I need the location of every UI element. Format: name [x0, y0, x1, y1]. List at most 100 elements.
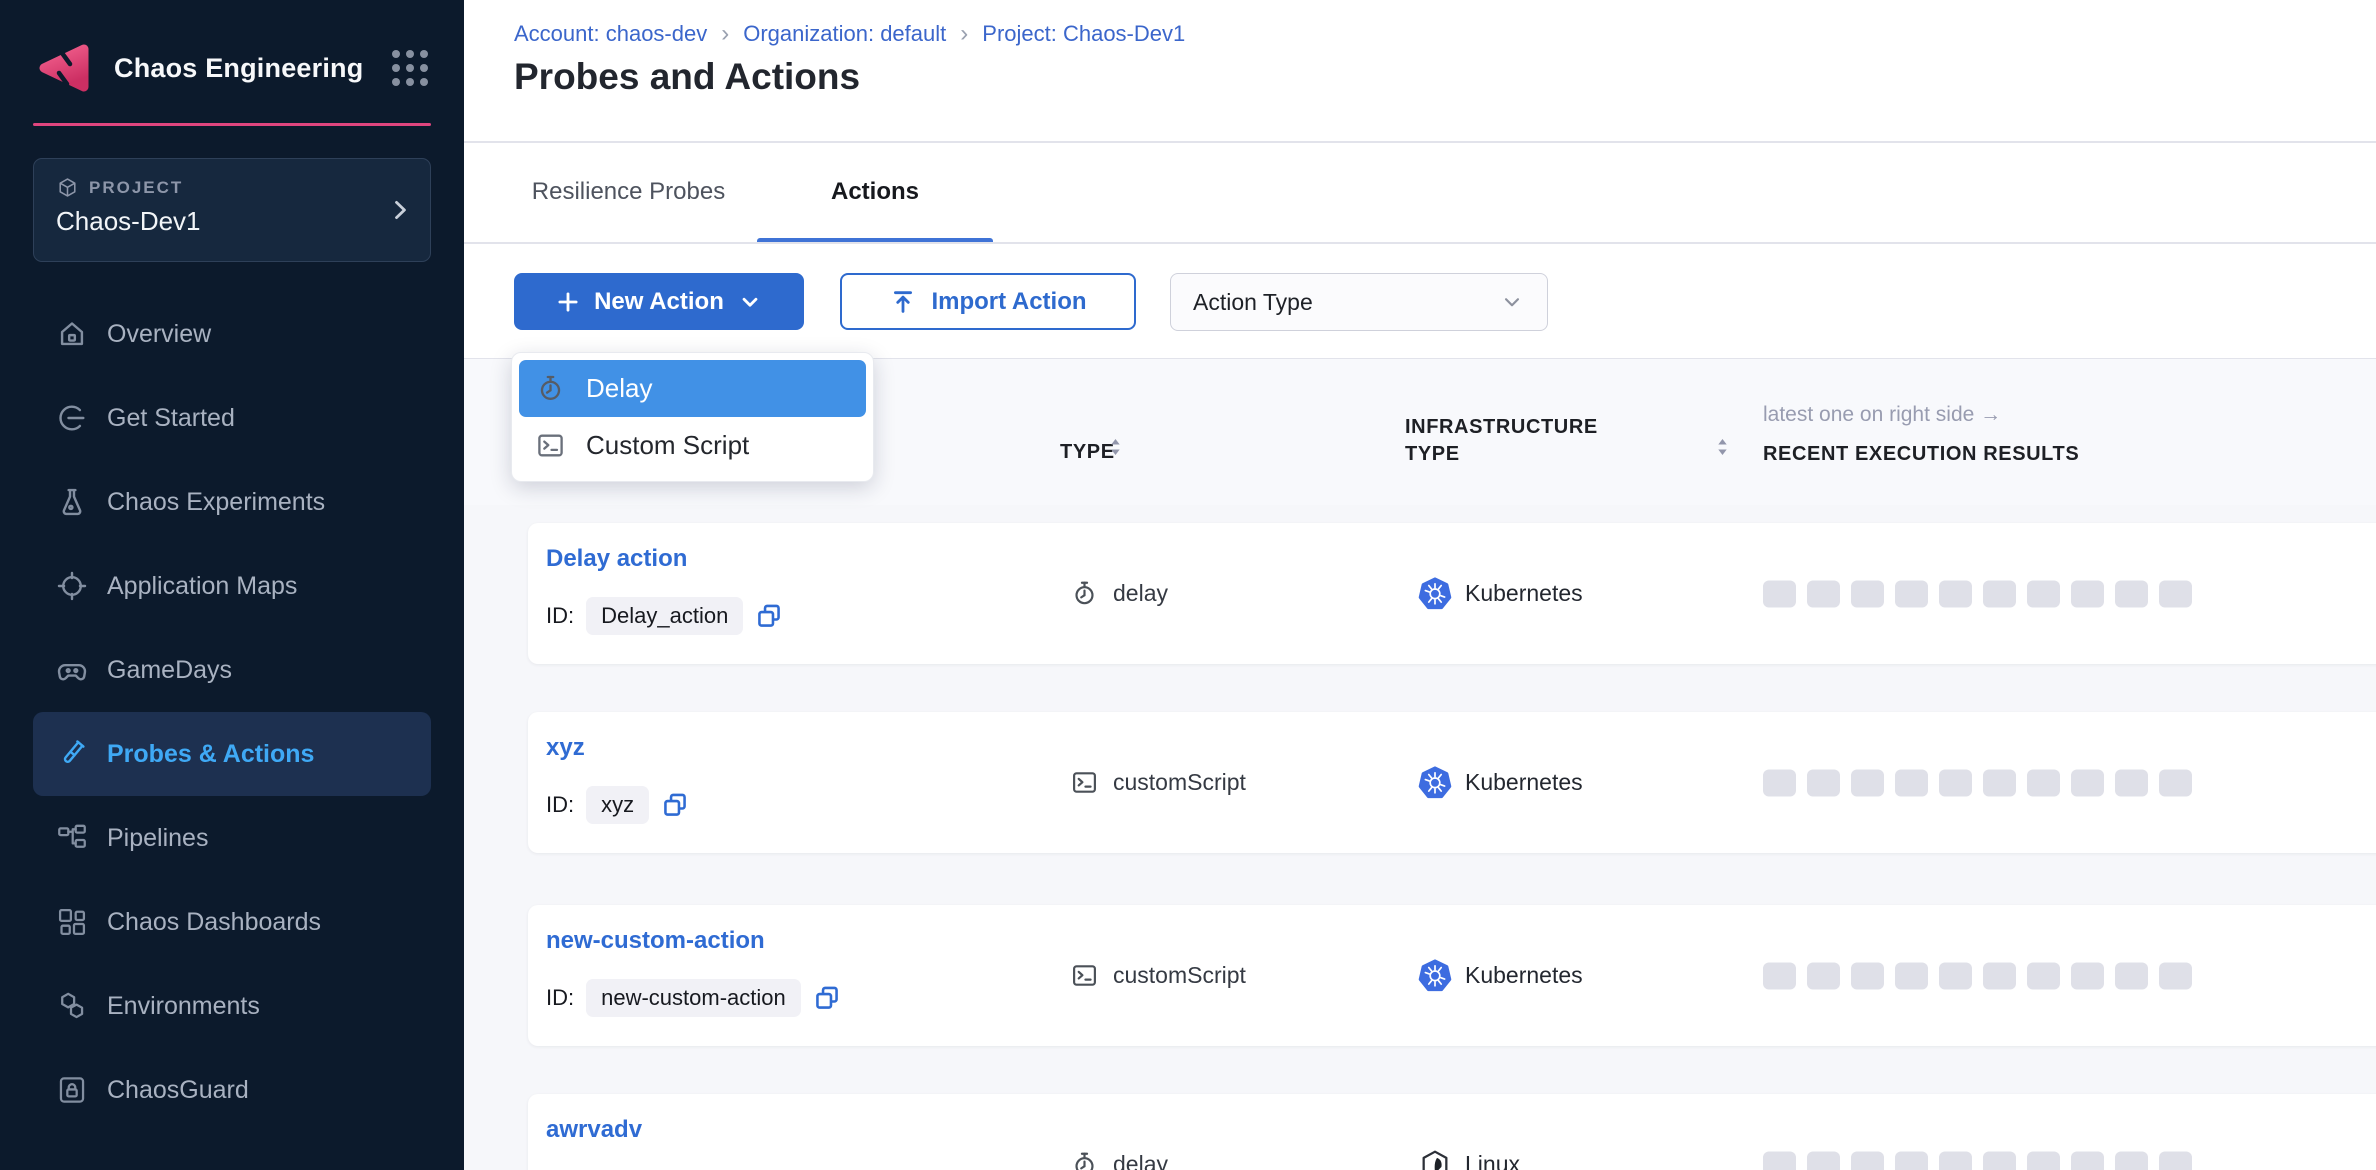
- result-placeholder: [1763, 1151, 1796, 1170]
- chevron-down-icon: [1499, 289, 1525, 315]
- page-title: Probes and Actions: [514, 56, 860, 98]
- result-placeholder: [1851, 962, 1884, 989]
- infrastructure-cell: Kubernetes: [1418, 905, 1583, 1046]
- result-placeholder: [2027, 580, 2060, 607]
- result-placeholder: [1895, 962, 1928, 989]
- column-header-infrastructure: INFRASTRUCTURE TYPE: [1405, 414, 1598, 468]
- sidebar-item-environments[interactable]: Environments: [0, 964, 464, 1048]
- type-cell: delay: [1070, 523, 1168, 664]
- result-placeholder: [2071, 1151, 2104, 1170]
- result-placeholder: [2115, 769, 2148, 796]
- sidebar-item-get-started[interactable]: Get Started: [0, 376, 464, 460]
- action-name-link[interactable]: awrvadv: [546, 1116, 642, 1144]
- result-placeholder: [1939, 1151, 1972, 1170]
- result-placeholder: [2071, 962, 2104, 989]
- column-header-recent-results: RECENT EXECUTION RESULTS: [1763, 441, 2079, 468]
- action-name-link[interactable]: xyz: [546, 734, 585, 762]
- result-placeholder: [1807, 769, 1840, 796]
- recent-results-hint: latest one on right side →: [1763, 403, 2001, 427]
- sidebar-item-pipelines[interactable]: Pipelines: [0, 796, 464, 880]
- harness-logo-icon: [36, 40, 92, 96]
- breadcrumb-link-0[interactable]: Account: chaos-dev: [514, 21, 707, 47]
- result-placeholder: [1807, 580, 1840, 607]
- sidebar-item-gamedays[interactable]: GameDays: [0, 628, 464, 712]
- home-icon: [55, 317, 89, 351]
- action-id-chip: Delay_action: [586, 597, 743, 635]
- copy-icon[interactable]: [661, 791, 689, 819]
- sidebar-item-label: Probes & Actions: [107, 740, 314, 769]
- sidebar-item-overview[interactable]: Overview: [0, 292, 464, 376]
- infrastructure-cell: Kubernetes: [1418, 523, 1583, 664]
- kubernetes-icon: [1418, 959, 1452, 993]
- import-action-button[interactable]: Import Action: [840, 273, 1136, 330]
- tab-bar: Resilience ProbesActions: [464, 142, 2376, 242]
- result-placeholder: [2027, 962, 2060, 989]
- sidebar-item-label: Application Maps: [107, 572, 297, 601]
- breadcrumb-link-2[interactable]: Project: Chaos-Dev1: [982, 21, 1185, 47]
- tab-resilience-probes[interactable]: Resilience Probes: [520, 142, 737, 242]
- result-placeholder: [1983, 769, 2016, 796]
- app-title: Chaos Engineering: [114, 53, 392, 84]
- recent-execution-results: [1763, 962, 2192, 989]
- stopwatch-icon: [1070, 579, 1099, 608]
- sidebar: Chaos Engineering PROJECT Chaos-Dev1 Ove…: [0, 0, 464, 1170]
- action-id-chip: xyz: [586, 786, 649, 824]
- sidebar-item-chaos-dashboards[interactable]: Chaos Dashboards: [0, 880, 464, 964]
- plus-icon: [555, 289, 581, 315]
- sidebar-item-chaos-experiments[interactable]: Chaos Experiments: [0, 460, 464, 544]
- action-name-link[interactable]: new-custom-action: [546, 927, 765, 955]
- stopwatch-icon: [1070, 1150, 1099, 1170]
- sort-infrastructure-icon[interactable]: [1713, 435, 1732, 459]
- copy-icon[interactable]: [755, 602, 783, 630]
- result-placeholder: [2071, 769, 2104, 796]
- project-label: PROJECT: [89, 178, 183, 198]
- table-row: Delay action ID: Delay_action delay Kubernet…: [528, 523, 2376, 664]
- infrastructure-cell: Linux: [1418, 1094, 1520, 1170]
- breadcrumb-link-1[interactable]: Organization: default: [743, 21, 946, 47]
- project-name: Chaos-Dev1: [56, 206, 408, 237]
- result-placeholder: [2071, 580, 2104, 607]
- action-type-filter[interactable]: Action Type: [1170, 273, 1548, 331]
- module-grid-icon[interactable]: [392, 50, 428, 86]
- result-placeholder: [1807, 1151, 1840, 1170]
- result-placeholder: [1763, 580, 1796, 607]
- pipeline-icon: [55, 821, 89, 855]
- sidebar-item-probes-actions[interactable]: Probes & Actions: [33, 712, 431, 796]
- infrastructure-cell: Kubernetes: [1418, 712, 1583, 853]
- sidebar-item-chaosguard[interactable]: ChaosGuard: [0, 1048, 464, 1132]
- result-placeholder: [1851, 1151, 1884, 1170]
- menu-item-delay[interactable]: Delay: [519, 360, 866, 417]
- action-name-link[interactable]: Delay action: [546, 545, 687, 573]
- result-placeholder: [2027, 769, 2060, 796]
- get-started-icon: [55, 401, 89, 435]
- recent-execution-results: [1763, 1151, 2192, 1170]
- tab-actions[interactable]: Actions: [757, 142, 993, 242]
- main-content: Account: chaos-dev ›Organization: default…: [464, 0, 2376, 1170]
- id-label: ID:: [546, 985, 574, 1011]
- stopwatch-icon: [535, 373, 566, 404]
- sort-type-icon[interactable]: [1106, 435, 1125, 459]
- actions-table-body: Delay action ID: Delay_action delay Kubernet…: [464, 505, 2376, 1170]
- type-cell: customScript: [1070, 712, 1246, 853]
- id-label: ID:: [546, 603, 574, 629]
- breadcrumb-separator: ›: [946, 20, 982, 48]
- result-placeholder: [2115, 1151, 2148, 1170]
- sidebar-item-application-maps[interactable]: Application Maps: [0, 544, 464, 628]
- sidebar-item-label: Pipelines: [107, 824, 208, 853]
- terminal-icon: [1070, 768, 1099, 797]
- result-placeholder: [1895, 1151, 1928, 1170]
- upload-icon: [889, 288, 917, 316]
- menu-item-custom-script[interactable]: Custom Script: [519, 417, 866, 474]
- recent-execution-results: [1763, 580, 2192, 607]
- copy-icon[interactable]: [813, 984, 841, 1012]
- new-action-dropdown-menu: DelayCustom Script: [511, 352, 874, 482]
- cube-icon: [56, 176, 79, 199]
- result-placeholder: [1763, 769, 1796, 796]
- result-placeholder: [1763, 962, 1796, 989]
- result-placeholder: [2027, 1151, 2060, 1170]
- project-selector[interactable]: PROJECT Chaos-Dev1: [33, 158, 431, 262]
- table-row: new-custom-actionID:new-custom-actioncus…: [528, 905, 2376, 1046]
- table-row: awrvadvdelayLinux: [528, 1094, 2376, 1170]
- new-action-button[interactable]: New Action: [514, 273, 804, 330]
- action-id-line: ID:xyz: [546, 786, 689, 824]
